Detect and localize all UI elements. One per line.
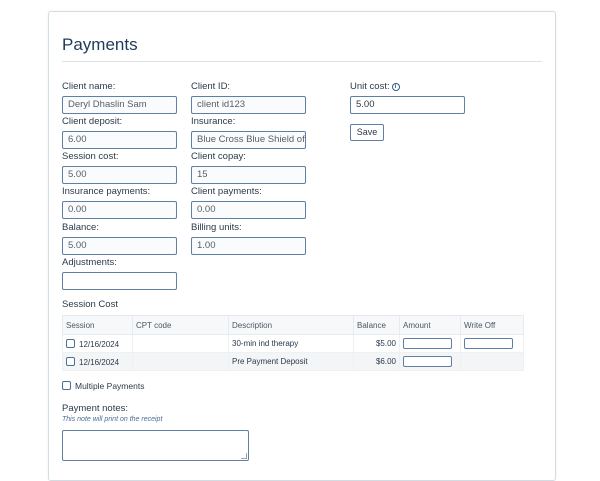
session-cost-field: Session cost: 5.00: [62, 151, 177, 184]
balance-input[interactable]: 5.00: [62, 237, 177, 255]
adjustments-label: Adjustments:: [62, 257, 117, 268]
payments-card: Payments Client name: Deryl Dhaslin Sam …: [48, 11, 556, 481]
col-balance: Balance: [353, 315, 400, 335]
balance-cell: $5.00: [353, 334, 400, 353]
insurance-field: Insurance: Blue Cross Blue Shield of: [191, 116, 306, 149]
client-name-field: Client name: Deryl Dhaslin Sam: [62, 81, 177, 114]
col-cpt-code: CPT code: [132, 315, 229, 335]
write-off-cell: [460, 334, 524, 353]
adjustments-field: Adjustments:: [62, 257, 177, 290]
amount-cell: [399, 334, 461, 353]
balance-cell: $6.00: [353, 352, 400, 371]
session-date: 12/16/2024: [79, 357, 120, 367]
cpt-cell: [132, 352, 229, 371]
client-id-field: Client ID: client id123: [191, 81, 306, 114]
payment-notes-hint: This note will print on the receipt: [62, 416, 163, 423]
session-cost-label: Session cost:: [62, 151, 119, 162]
resize-handle-icon[interactable]: [241, 453, 247, 459]
client-name-input[interactable]: Deryl Dhaslin Sam: [62, 96, 177, 114]
amount-input[interactable]: [403, 356, 452, 367]
table-header-row: Session CPT code Description Balance Amo…: [62, 315, 524, 335]
balance-field: Balance: 5.00: [62, 222, 177, 255]
cpt-cell: [132, 334, 229, 353]
billing-units-field: Billing units: 1.00: [191, 222, 306, 255]
client-id-input[interactable]: client id123: [191, 96, 306, 114]
col-description: Description: [228, 315, 354, 335]
write-off-input[interactable]: [464, 338, 513, 349]
billing-units-input[interactable]: 1.00: [191, 237, 306, 255]
client-copay-input[interactable]: 15: [191, 166, 306, 184]
client-deposit-label: Client deposit:: [62, 116, 123, 127]
multiple-payments-option[interactable]: Multiple Payments: [62, 381, 144, 391]
amount-cell: [399, 352, 461, 371]
session-date: 12/16/2024: [79, 339, 120, 349]
col-session: Session: [62, 315, 133, 335]
payment-notes-textarea[interactable]: [62, 430, 249, 461]
client-id-label: Client ID:: [191, 81, 231, 92]
description-cell: Pre Payment Deposit: [228, 352, 354, 371]
multiple-payments-checkbox[interactable]: [62, 381, 71, 390]
balance-label: Balance:: [62, 222, 99, 233]
session-cost-title: Session Cost: [62, 299, 118, 310]
amount-input[interactable]: [403, 338, 452, 349]
billing-units-label: Billing units:: [191, 222, 242, 233]
page-title: Payments: [62, 35, 138, 54]
client-deposit-input[interactable]: 6.00: [62, 131, 177, 149]
row-checkbox[interactable]: [66, 356, 75, 366]
info-icon[interactable]: i: [391, 83, 400, 91]
col-write-off: Write Off: [460, 315, 524, 335]
client-payments-label: Client payments:: [191, 186, 262, 197]
unit-cost-label: Unit cost:: [350, 81, 390, 92]
row-checkbox[interactable]: [66, 338, 75, 348]
client-name-label: Client name:: [62, 81, 116, 92]
adjustments-input[interactable]: [62, 272, 177, 290]
multiple-payments-label: Multiple Payments: [75, 381, 145, 391]
insurance-payments-label: Insurance payments:: [62, 186, 151, 197]
session-cost-input[interactable]: 5.00: [62, 166, 177, 184]
insurance-label: Insurance:: [191, 116, 236, 127]
table-row: 12/16/2024 Pre Payment Deposit $6.00: [62, 352, 524, 371]
unit-cost-label-wrap: Unit cost: i: [350, 81, 465, 93]
client-payments-field: Client payments: 0.00: [191, 186, 306, 219]
session-cell: 12/16/2024: [62, 334, 133, 353]
client-copay-label: Client copay:: [191, 151, 246, 162]
client-payments-input[interactable]: 0.00: [191, 201, 306, 219]
insurance-input[interactable]: Blue Cross Blue Shield of: [191, 131, 306, 149]
title-divider: [62, 61, 542, 62]
payment-notes-label: Payment notes:: [62, 403, 129, 414]
col-amount: Amount: [399, 315, 461, 335]
client-deposit-field: Client deposit: 6.00: [62, 116, 177, 149]
write-off-cell: [460, 352, 524, 371]
unit-cost-field: Unit cost: i 5.00: [350, 81, 465, 114]
table-row: 12/16/2024 30-min ind therapy $5.00: [62, 334, 524, 353]
unit-cost-input[interactable]: 5.00: [350, 96, 465, 114]
insurance-payments-field: Insurance payments: 0.00: [62, 186, 177, 219]
insurance-payments-input[interactable]: 0.00: [62, 201, 177, 219]
session-cell: 12/16/2024: [62, 352, 133, 371]
save-button[interactable]: Save: [350, 124, 384, 141]
description-cell: 30-min ind therapy: [228, 334, 354, 353]
session-cost-table: Session CPT code Description Balance Amo…: [62, 315, 524, 371]
client-copay-field: Client copay: 15: [191, 151, 306, 184]
